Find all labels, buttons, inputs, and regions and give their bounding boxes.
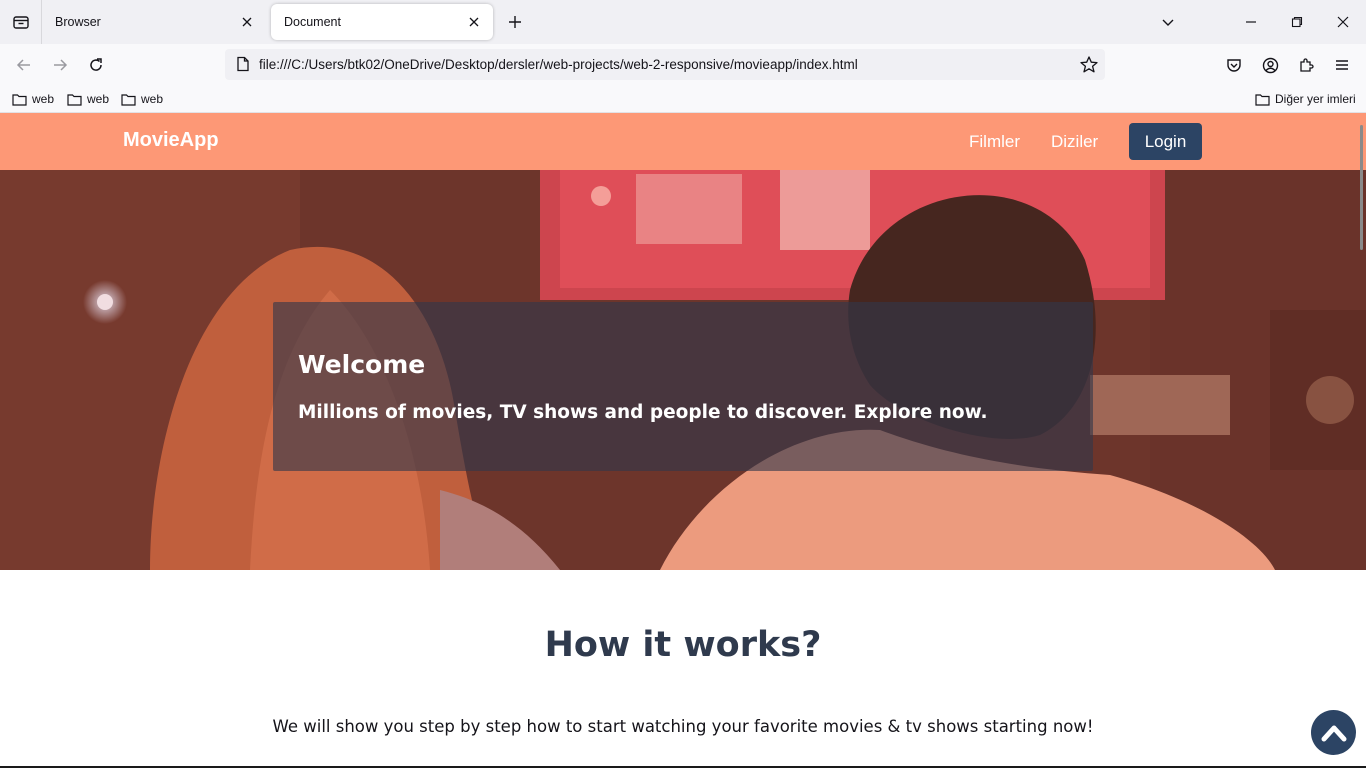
bookmark-folder[interactable]: web <box>12 90 54 108</box>
arrow-right-icon <box>54 59 68 71</box>
folder-icon <box>1255 93 1270 106</box>
hero-text-box: Welcome Millions of movies, TV shows and… <box>273 302 1093 471</box>
pocket-icon <box>1227 59 1241 72</box>
tab-bar: Browser Document <box>0 0 1366 44</box>
account-button[interactable] <box>1259 54 1281 76</box>
hero-title: Welcome <box>298 350 426 379</box>
folder-icon <box>12 93 27 106</box>
close-icon[interactable] <box>465 13 483 31</box>
nav-link-filmler[interactable]: Filmler <box>969 132 1020 152</box>
page-icon <box>237 56 249 72</box>
restore-button[interactable] <box>1287 12 1307 32</box>
minimize-button[interactable] <box>1241 12 1261 32</box>
bookmark-folder[interactable]: web <box>67 90 109 108</box>
menu-button[interactable] <box>1331 54 1353 76</box>
plus-icon <box>509 16 521 28</box>
forward-button[interactable] <box>49 54 71 76</box>
puzzle-icon <box>1300 58 1314 72</box>
folder-icon <box>67 93 82 106</box>
new-tab-button[interactable] <box>505 12 525 32</box>
bookmark-label: web <box>87 92 110 106</box>
extensions-button[interactable] <box>1295 54 1317 76</box>
restore-icon <box>1291 16 1303 28</box>
account-icon <box>1262 57 1278 73</box>
bookmark-folder[interactable]: web <box>121 90 163 108</box>
chevron-up-icon <box>1321 725 1346 741</box>
minimize-icon <box>1246 21 1256 23</box>
tab-list-icon <box>12 16 29 29</box>
reload-icon <box>90 58 102 71</box>
folder-icon <box>121 93 136 106</box>
window-close-button[interactable] <box>1333 12 1353 32</box>
close-icon <box>1337 16 1349 28</box>
close-icon[interactable] <box>238 13 256 31</box>
tab-browser[interactable]: Browser <box>42 4 266 40</box>
bookmark-label: web <box>32 92 55 106</box>
list-all-tabs-button[interactable] <box>1158 12 1178 32</box>
scroll-to-top-button[interactable] <box>1311 710 1356 755</box>
reload-button[interactable] <box>85 54 107 76</box>
bookmark-label: Diğer yer imleri <box>1275 92 1356 106</box>
arrow-left-icon <box>16 59 30 71</box>
section-title: How it works? <box>544 625 822 665</box>
tab-title: Document <box>284 15 341 29</box>
back-button[interactable] <box>13 54 35 76</box>
page-viewport: MovieApp Filmler Diziler Login Welcome M… <box>0 113 1366 768</box>
hamburger-icon <box>1336 60 1348 70</box>
bookmark-label: web <box>141 92 164 106</box>
tab-document[interactable]: Document <box>271 4 493 40</box>
pocket-button[interactable] <box>1223 54 1245 76</box>
nav-link-diziler[interactable]: Diziler <box>1051 132 1098 152</box>
scrollbar-thumb[interactable] <box>1360 125 1363 250</box>
hero-subtitle: Millions of movies, TV shows and people … <box>298 402 988 423</box>
star-icon[interactable] <box>1079 55 1099 75</box>
other-bookmarks-folder[interactable]: Diğer yer imleri <box>1255 90 1356 108</box>
brand-logo[interactable]: MovieApp <box>123 129 219 152</box>
login-button[interactable]: Login <box>1129 123 1202 160</box>
site-header: MovieApp Filmler Diziler Login <box>0 113 1366 170</box>
url-bar[interactable]: file:///C:/Users/btk02/OneDrive/Desktop/… <box>225 49 1105 80</box>
chevron-down-icon <box>1162 19 1174 26</box>
bookmarks-toolbar: web web web Diğer yer imleri <box>0 86 1366 113</box>
url-text[interactable]: file:///C:/Users/btk02/OneDrive/Desktop/… <box>259 57 858 72</box>
tab-list-button[interactable] <box>0 0 42 44</box>
section-subtitle: We will show you step by step how to sta… <box>272 717 1094 736</box>
tab-title: Browser <box>55 15 101 29</box>
hero-section: Welcome Millions of movies, TV shows and… <box>0 170 1366 570</box>
